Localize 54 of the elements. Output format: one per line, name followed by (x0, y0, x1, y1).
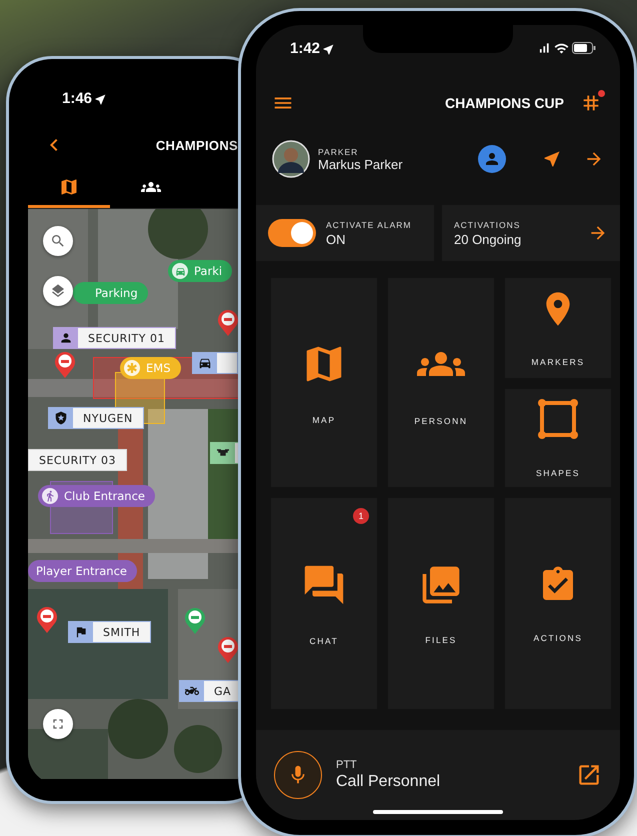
map-label[interactable]: Player Entrance (28, 560, 137, 582)
menu-tile[interactable]: ACTIONS (505, 498, 611, 709)
role-label: PARKER (318, 146, 360, 156)
badge-icon (54, 411, 68, 425)
map-tag[interactable]: NYUGEN (48, 407, 144, 429)
header-title: CHAMPIONS (156, 138, 238, 152)
drone-icon (216, 448, 230, 458)
map-tag[interactable]: SMITH (68, 621, 152, 643)
menu-tile[interactable]: FILES (388, 498, 494, 709)
map-tag[interactable]: SECURITY 01 (53, 327, 176, 349)
flag-icon (74, 625, 88, 639)
activations-count: 20 Ongoing (454, 232, 522, 246)
square-icon (537, 398, 579, 440)
signal-icon (537, 41, 551, 55)
person-icon (59, 331, 73, 345)
status-time: 1:46 (62, 90, 92, 106)
person-icon[interactable] (478, 145, 506, 173)
car-icon (174, 266, 186, 276)
avatar (272, 140, 310, 178)
map-tag[interactable] (192, 352, 238, 374)
header-title: CHAMPIONS CUP (444, 95, 564, 111)
pin-icon[interactable] (217, 636, 238, 664)
map-icon (59, 177, 79, 197)
ptt-action: Call Personnel (336, 773, 440, 791)
map-label[interactable]: Club Entrance (38, 485, 155, 507)
alarm-label: ACTIVATE ALARM (326, 220, 412, 230)
menu-tile[interactable]: PERSONN (388, 278, 494, 487)
ptt-label: PTT (336, 759, 358, 771)
walking-person-icon (44, 490, 56, 502)
activations-card[interactable]: ACTIVATIONS 20 Ongoing (442, 205, 620, 261)
map-tag[interactable]: GA (179, 680, 238, 702)
activations-label: ACTIVATIONS (454, 220, 522, 230)
alarm-status: ON (326, 232, 346, 246)
battery-icon (572, 42, 596, 54)
search-icon (50, 233, 66, 249)
pin-icon[interactable] (54, 351, 76, 379)
pin-icon[interactable] (184, 607, 206, 635)
location-arrow-button[interactable] (542, 149, 562, 169)
menu-tile[interactable]: CHAT 1 (271, 498, 377, 709)
menu-tile[interactable]: MAP (271, 278, 377, 487)
user-name: Markus Parker (318, 156, 403, 172)
motorcycle-icon (185, 684, 199, 698)
map-tag[interactable]: SECURITY 03 (28, 449, 127, 471)
status-time: 1:42 (290, 40, 320, 56)
menu-tile[interactable]: MARKERS (505, 278, 611, 378)
pin-icon[interactable] (217, 309, 238, 337)
car-icon (198, 356, 212, 370)
asterisk-icon (126, 362, 138, 374)
alarm-toggle[interactable] (268, 219, 316, 247)
menu-tile[interactable]: SHAPES (505, 389, 611, 487)
layers-icon (50, 283, 66, 299)
microphone-button[interactable] (274, 751, 322, 799)
notification-badge: 1 (353, 508, 369, 524)
pin-icon[interactable] (36, 606, 58, 634)
